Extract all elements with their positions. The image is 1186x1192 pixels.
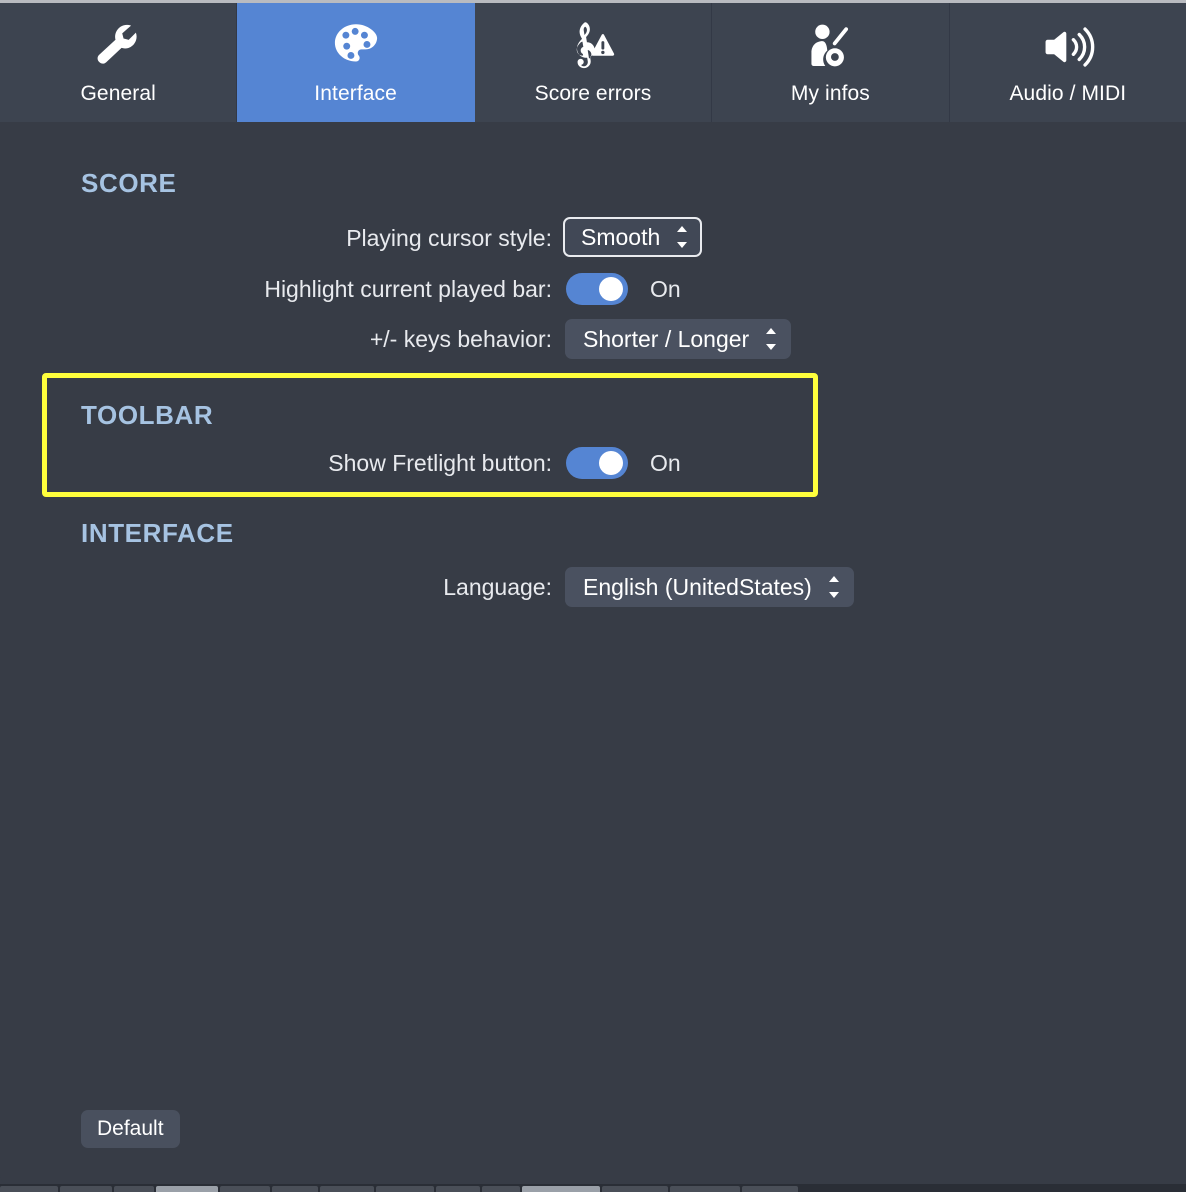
dock-item[interactable] — [156, 1186, 218, 1192]
dock-item[interactable] — [60, 1186, 112, 1192]
speaker-waves-icon — [1041, 16, 1095, 78]
preferences-content: SCORE Playing cursor style: Smooth Highl… — [0, 122, 1186, 1184]
highlight-played-bar-label: Highlight current played bar: — [264, 275, 552, 302]
tab-label: Audio / MIDI — [1009, 82, 1127, 105]
dock-item[interactable] — [522, 1186, 600, 1192]
highlight-played-bar-control: On — [566, 269, 681, 309]
desktop-dock — [0, 1184, 1186, 1192]
show-fretlight-toggle[interactable] — [566, 447, 628, 479]
wrench-icon — [91, 16, 145, 78]
dock-item[interactable] — [436, 1186, 480, 1192]
row-highlight-played-bar: Highlight current played bar: — [0, 269, 552, 309]
row-keys-behavior: +/- keys behavior: — [0, 319, 552, 359]
tab-general[interactable]: General — [0, 3, 238, 122]
row-language: Language: — [0, 567, 552, 607]
section-title-score: SCORE — [81, 168, 177, 198]
section-title-toolbar: TOOLBAR — [81, 400, 214, 430]
language-label: Language: — [443, 573, 552, 600]
tab-score-errors[interactable]: Score errors — [474, 3, 713, 122]
chevron-up-down-icon — [674, 223, 690, 251]
show-fretlight-label: Show Fretlight button: — [328, 449, 552, 476]
tab-audio-midi[interactable]: Audio / MIDI — [949, 3, 1186, 122]
dock-item[interactable] — [376, 1186, 434, 1192]
toggle-knob — [599, 277, 623, 301]
row-show-fretlight: Show Fretlight button: — [0, 443, 552, 483]
language-select[interactable]: English (UnitedStates) — [565, 567, 854, 607]
dock-item[interactable] — [272, 1186, 318, 1192]
playing-cursor-style-value: Smooth — [581, 223, 661, 250]
tab-label: My infos — [790, 82, 870, 105]
tab-label: Score errors — [534, 82, 652, 105]
dock-item[interactable] — [482, 1186, 520, 1192]
keys-behavior-label: +/- keys behavior: — [369, 325, 552, 352]
show-fretlight-state: On — [650, 449, 681, 476]
clef-warning-icon — [566, 16, 620, 78]
default-button-label: Default — [97, 1117, 164, 1140]
chevron-up-down-icon — [763, 325, 779, 353]
tab-label: General — [80, 82, 156, 105]
keys-behavior-select[interactable]: Shorter / Longer — [565, 319, 792, 359]
dock-item[interactable] — [0, 1186, 58, 1192]
dock-item[interactable] — [220, 1186, 270, 1192]
tab-label: Interface — [314, 82, 397, 105]
guitarist-icon — [803, 16, 857, 78]
highlight-played-bar-toggle[interactable] — [566, 273, 628, 305]
toggle-knob — [599, 451, 623, 475]
window-bottom-edge — [0, 1170, 1186, 1184]
language-value: English (UnitedStates) — [583, 573, 812, 600]
row-playing-cursor-style: Playing cursor style: — [0, 218, 552, 258]
tab-interface[interactable]: Interface — [237, 3, 475, 122]
dock-item[interactable] — [114, 1186, 154, 1192]
chevron-up-down-icon — [826, 573, 842, 601]
playing-cursor-style-label: Playing cursor style: — [346, 224, 552, 251]
playing-cursor-style-select[interactable]: Smooth — [563, 217, 703, 257]
dock-item[interactable] — [602, 1186, 668, 1192]
keys-behavior-value: Shorter / Longer — [583, 325, 750, 352]
tab-my-infos[interactable]: My infos — [712, 3, 950, 122]
preferences-window: General Interface Score errors My infos … — [0, 0, 1186, 1192]
dock-item[interactable] — [742, 1186, 798, 1192]
palette-icon — [329, 16, 383, 78]
dock-item[interactable] — [320, 1186, 374, 1192]
preferences-tabbar: General Interface Score errors My infos … — [0, 3, 1186, 122]
section-title-interface: INTERFACE — [81, 518, 234, 548]
show-fretlight-control: On — [566, 443, 681, 483]
dock-item[interactable] — [670, 1186, 740, 1192]
default-button[interactable]: Default — [81, 1110, 180, 1148]
highlight-played-bar-state: On — [650, 275, 681, 302]
